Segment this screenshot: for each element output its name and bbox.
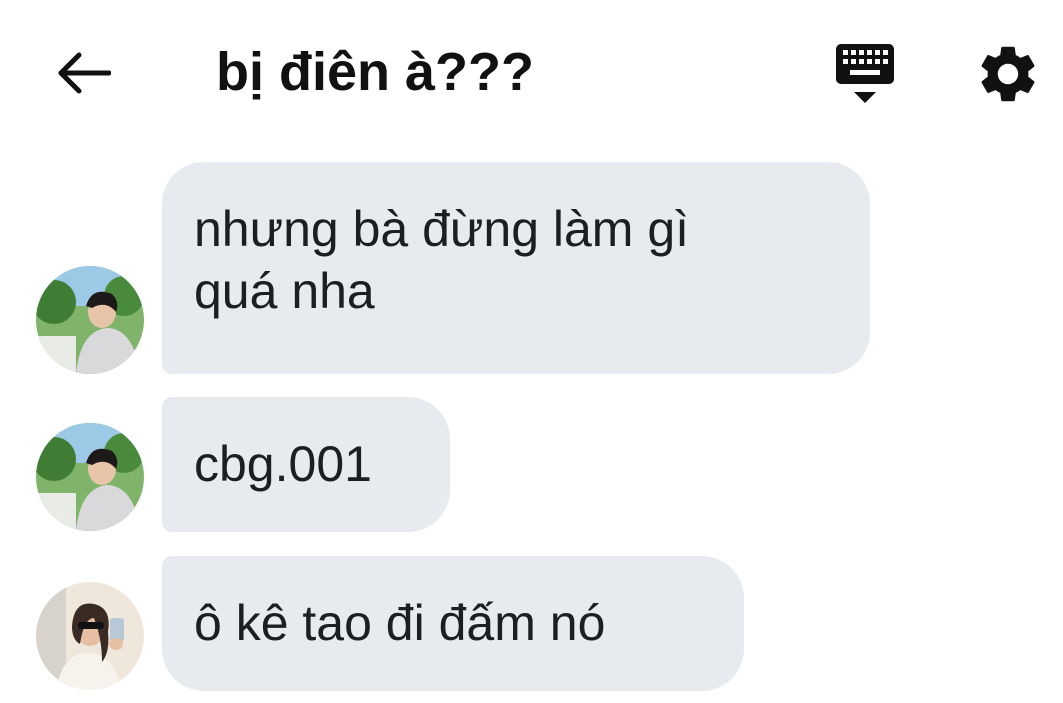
message-bubble[interactable]: cbg.001	[162, 397, 450, 532]
message-text-line: nhưng bà đừng làm gì	[194, 201, 690, 257]
chat-header: bị điên à???	[0, 0, 1063, 140]
avatar-photo-boy	[36, 266, 144, 374]
message-text: ô kê tao đi đấm nó	[194, 595, 606, 651]
keyboard-button[interactable]	[830, 40, 900, 110]
back-button[interactable]	[52, 44, 116, 102]
message-text-line: quá nha	[194, 263, 375, 319]
message-bubble[interactable]: ô kê tao đi đấm nó	[162, 556, 744, 691]
gear-icon	[981, 46, 1035, 102]
chat-title: bị điên à???	[216, 42, 534, 102]
keyboard-icon	[836, 44, 894, 103]
message-row: cbg.001	[0, 397, 1063, 532]
avatar[interactable]	[36, 582, 144, 690]
message-text: cbg.001	[194, 436, 372, 492]
chat-screen: bị điên à??? nhưng bà đừng làm gì quá nh…	[0, 0, 1063, 703]
message-row: nhưng bà đừng làm gì quá nha	[0, 162, 1063, 374]
avatar-photo-boy	[36, 423, 144, 531]
message-row: ô kê tao đi đấm nó	[0, 556, 1063, 691]
avatar[interactable]	[36, 266, 144, 374]
settings-button[interactable]	[974, 40, 1042, 108]
arrow-left-icon	[58, 52, 111, 94]
avatar[interactable]	[36, 423, 144, 531]
avatar-photo-girl	[36, 582, 144, 690]
message-bubble[interactable]: nhưng bà đừng làm gì quá nha	[162, 162, 870, 374]
